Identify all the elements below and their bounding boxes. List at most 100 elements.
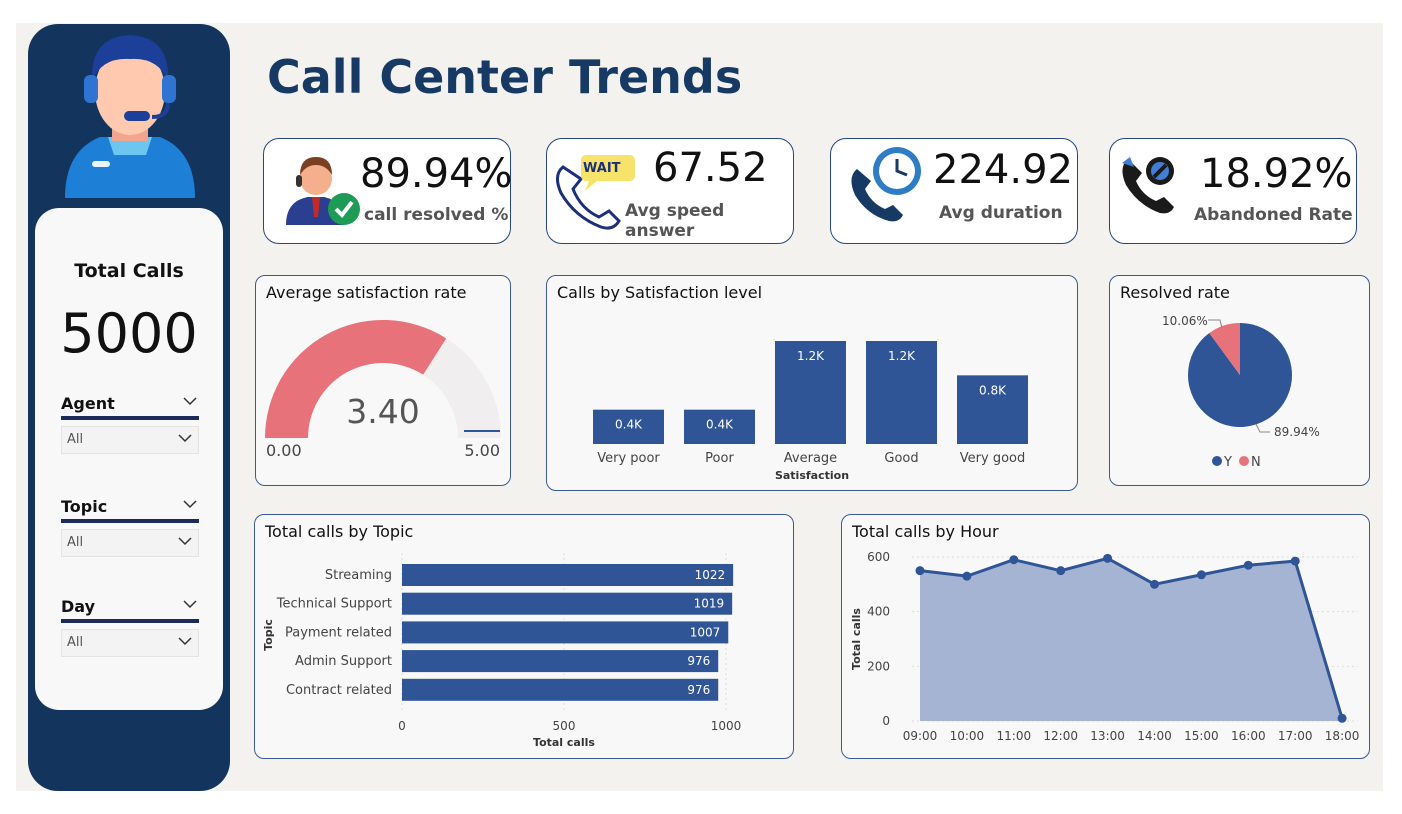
topic-data-label: 1019: [694, 597, 725, 611]
hour-area-fill: [920, 558, 1343, 721]
hour-data-point: [1150, 579, 1159, 589]
topic-dropdown[interactable]: All: [61, 529, 199, 557]
kpi-abandoned-rate-value: 18.92%: [1200, 151, 1353, 197]
resolved-rate-card: Resolved rate 10.06% 89.94% Y N: [1109, 275, 1370, 486]
hour-data-point: [1056, 566, 1066, 576]
hour-x-tick-label: 14:00: [1137, 729, 1172, 743]
satisfaction-data-label: 0.4K: [615, 418, 643, 432]
agent-slicer-header[interactable]: Agent: [61, 394, 199, 420]
topic-card: Total calls by Topic Total calls Topic 0…: [254, 514, 794, 759]
satisfaction-data-label: 0.4K: [706, 418, 734, 432]
resolved-rate-pie-chart: 10.06% 89.94% Y N: [1162, 314, 1320, 470]
agent-dropdown-value: All: [67, 432, 84, 447]
total-calls-label: Total Calls: [74, 260, 184, 282]
kpi-avg-duration-value: 224.92: [933, 147, 1073, 193]
topic-category-label: Payment related: [285, 625, 392, 640]
satisfaction-data-label: 1.2K: [797, 349, 825, 363]
wait-badge-text: WAIT: [583, 161, 621, 176]
agent-slicer: Agent All: [61, 394, 199, 454]
hour-x-tick-label: 09:00: [903, 729, 938, 743]
topic-bar: [402, 564, 734, 586]
satisfaction-card: Calls by Satisfaction level Satisfaction…: [546, 275, 1078, 491]
day-slicer-label: Day: [61, 597, 96, 616]
satisfaction-category-label: Very good: [960, 451, 1025, 466]
pie-data-label-Y: 89.94%: [1274, 425, 1320, 439]
phone-clock-icon: [851, 147, 921, 222]
pie-leader-line-Y: [1255, 423, 1270, 433]
topic-data-label: 1007: [690, 625, 721, 639]
kpi-avg-duration-label: Avg duration: [939, 203, 1063, 223]
kpi-avg-duration: 224.92 Avg duration: [830, 138, 1078, 244]
gauge-min-label: 0.00: [266, 441, 302, 460]
legend-marker-Y: [1212, 456, 1222, 466]
hour-x-tick-label: 10:00: [950, 729, 985, 743]
kpi-call-resolved: 89.94% call resolved %: [263, 138, 513, 244]
satisfaction-category-label: Average: [784, 451, 837, 466]
hour-area-chart: Total calls 0 200 400 600 09:00 10:00 11:00 12:…: [850, 550, 1360, 743]
kpi-call-resolved-label: call resolved %: [364, 205, 509, 225]
topic-x-tick-label: 0: [398, 719, 406, 733]
chevron-down-icon: [178, 537, 192, 546]
topic-category-label: Technical Support: [276, 597, 392, 612]
topic-bar: [402, 592, 733, 615]
topic-slicer-label: Topic: [61, 497, 108, 516]
kpi-avg-speed-answer-label: Avg speed answer: [625, 201, 725, 241]
topic-data-label: 976: [687, 654, 710, 668]
satisfaction-data-label: 1.2K: [888, 349, 916, 363]
page-title: Call Center Trends: [267, 50, 743, 104]
chevron-down-icon: [178, 434, 192, 443]
hour-data-point: [1337, 713, 1347, 723]
day-dropdown[interactable]: All: [61, 629, 199, 657]
topic-slicer-header[interactable]: Topic: [61, 497, 199, 523]
topic-category-label: Streaming: [325, 568, 392, 583]
total-calls-value: 5000: [60, 302, 198, 365]
topic-data-label: 976: [687, 683, 710, 697]
topic-slicer: Topic All: [61, 497, 199, 557]
legend-label-N: N: [1251, 455, 1261, 470]
hour-data-point: [1243, 560, 1253, 570]
hour-data-point: [1103, 553, 1113, 563]
gauge-value-label: 3.40: [346, 392, 419, 431]
chevron-down-icon: [178, 637, 192, 646]
agent-slicer-label: Agent: [61, 394, 115, 413]
gauge-card: Average satisfaction rate 3.40 0.00 5.00: [255, 275, 511, 486]
hour-x-tick-label: 18:00: [1325, 729, 1360, 743]
topic-data-label: 1022: [695, 568, 726, 582]
kpi-avg-speed-answer-value: 67.52: [653, 145, 768, 191]
topic-dropdown-value: All: [67, 535, 84, 550]
hour-y-tick-label: 400: [867, 605, 890, 619]
satisfaction-category-label: Very poor: [597, 451, 660, 466]
hour-data-point: [1009, 555, 1019, 565]
topic-x-tick-label: 500: [553, 719, 576, 733]
topic-bar: [402, 621, 729, 644]
gauge-chart: 3.40 0.00 5.00: [265, 320, 501, 460]
hour-y-axis-label: Total calls: [850, 608, 863, 670]
hour-data-point: [915, 566, 925, 576]
kpi-avg-speed-answer: WAIT 67.52 Avg speed answer: [546, 138, 794, 244]
gauge-target-tick: [464, 430, 500, 432]
satisfaction-category-label: Poor: [705, 451, 734, 466]
hour-data-point: [1196, 570, 1206, 580]
topic-bar: [402, 650, 719, 673]
satisfaction-bar-chart: Satisfaction 0.4K Very poor 0.4K Poor 1.2K Av…: [593, 341, 1028, 482]
hour-x-tick-label: 17:00: [1278, 729, 1313, 743]
hour-x-tick-label: 15:00: [1184, 729, 1219, 743]
agent-check-icon: [286, 157, 360, 225]
satisfaction-x-axis-label: Satisfaction: [775, 469, 849, 482]
hour-x-tick-label: 11:00: [997, 729, 1032, 743]
hour-x-tick-label: 13:00: [1090, 729, 1125, 743]
topic-y-axis-label: Topic: [262, 619, 275, 651]
day-slicer-header[interactable]: Day: [61, 597, 199, 623]
day-dropdown-value: All: [67, 635, 84, 650]
kpi-abandoned-rate: 18.92% Abandoned Rate: [1109, 138, 1357, 244]
topic-x-axis-label: Total calls: [533, 736, 595, 749]
hour-data-point: [1290, 556, 1300, 566]
phone-blocked-icon: [1122, 157, 1174, 214]
topic-bar: [402, 678, 719, 701]
chevron-down-icon: [183, 500, 197, 509]
legend-marker-N: [1239, 456, 1249, 466]
gauge-max-label: 5.00: [464, 441, 500, 460]
agent-dropdown[interactable]: All: [61, 426, 199, 454]
satisfaction-data-label: 0.8K: [979, 383, 1007, 397]
day-slicer: Day All: [61, 597, 199, 657]
